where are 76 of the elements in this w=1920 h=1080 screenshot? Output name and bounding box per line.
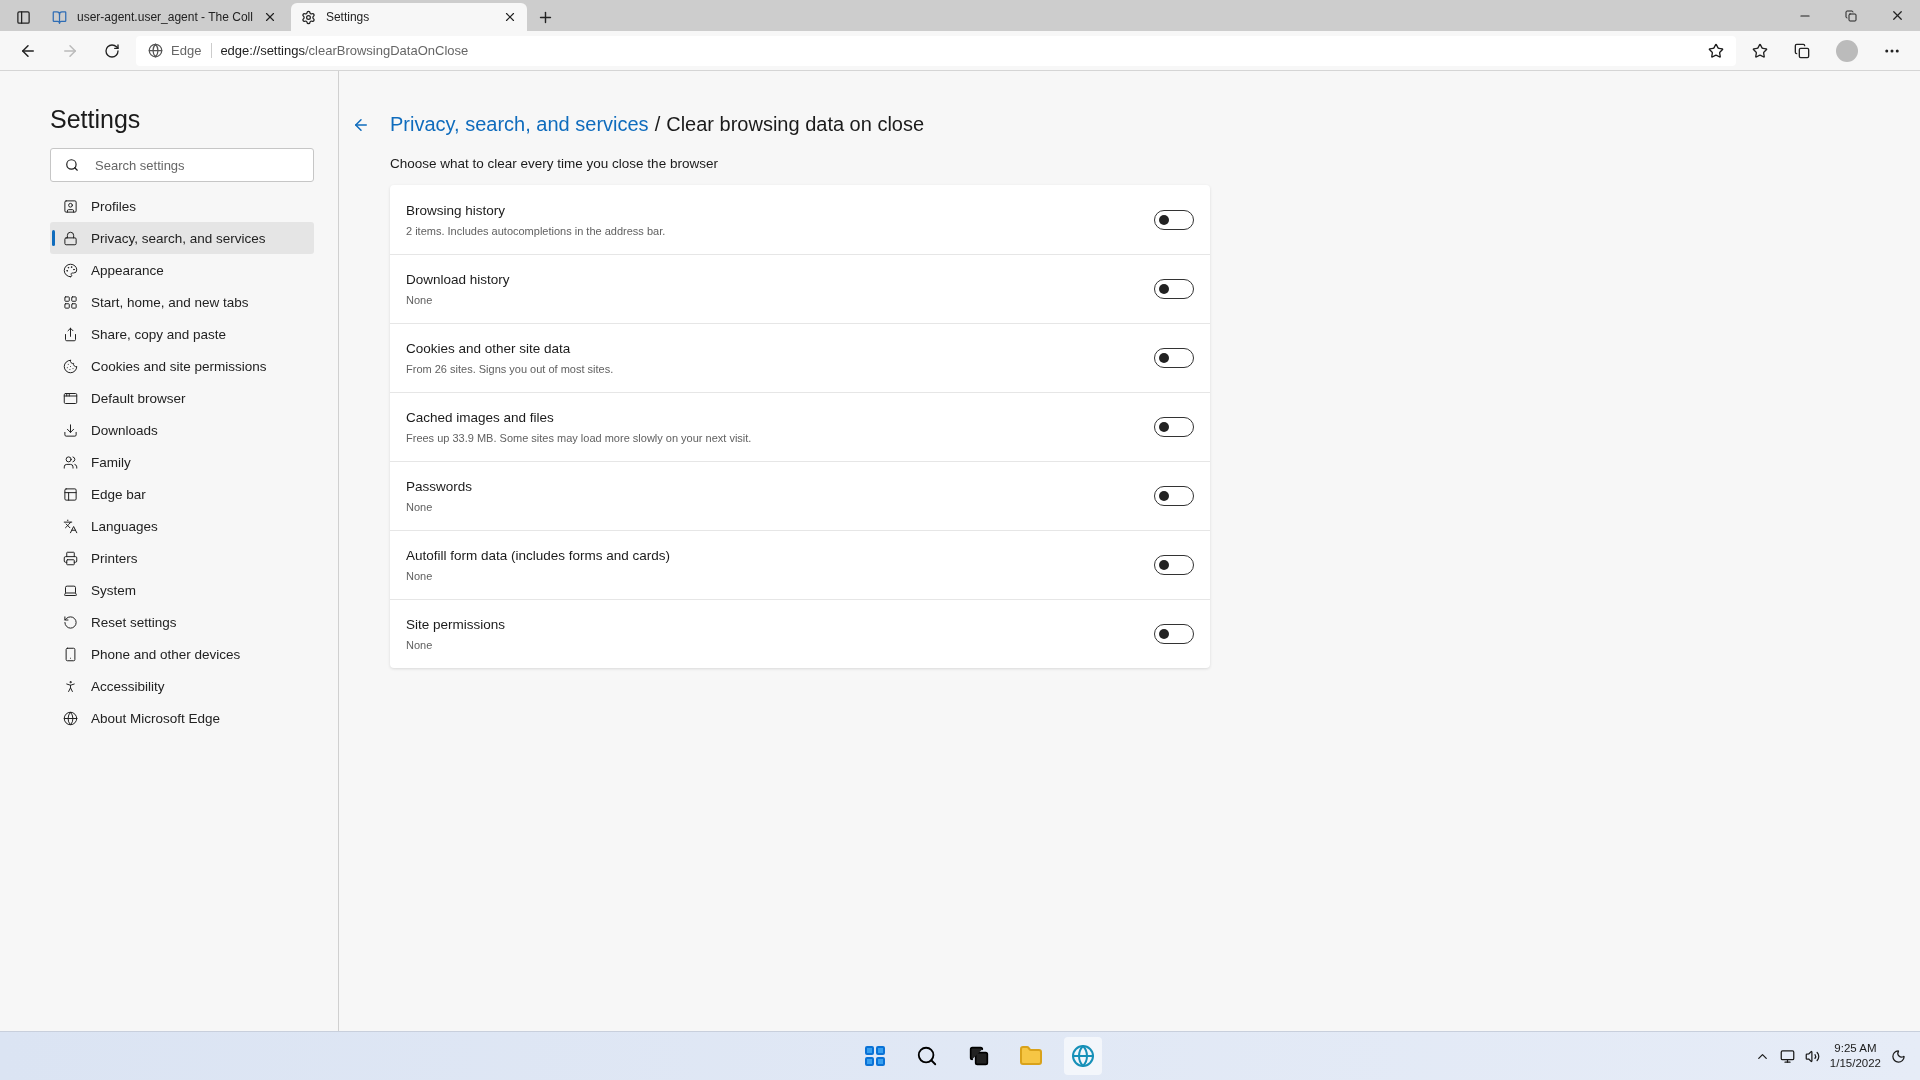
person-icon (63, 678, 78, 694)
laptop-icon (63, 582, 78, 598)
search-icon (65, 158, 79, 172)
sidebar-item[interactable]: Profiles (50, 190, 314, 222)
page-title: Clear browsing data on close (666, 113, 925, 136)
toggle-switch[interactable] (1154, 348, 1194, 368)
reset-icon (63, 614, 78, 630)
option-detail: From 26 sites. Signs you out of most sites. (406, 363, 615, 375)
option-title: Cookies and other site data (406, 341, 572, 356)
languages-icon (63, 518, 78, 534)
sidebar-item[interactable]: Default browser (50, 382, 314, 414)
toggle-switch[interactable] (1154, 417, 1194, 437)
sidebar-item[interactable]: Reset settings (50, 606, 314, 638)
option-title: Browsing history (406, 202, 507, 218)
sidebar-item[interactable]: Languages (50, 510, 314, 542)
site-label: Edge (171, 43, 213, 58)
search-field[interactable]: Search settings (50, 148, 314, 182)
share-icon (63, 326, 78, 342)
profile-icon (63, 198, 78, 214)
sidebar-item[interactable]: Appearance (50, 254, 314, 286)
option-title: Download history (406, 272, 511, 287)
clock[interactable]: 9:25 AM 1/15/2022 (1829, 1041, 1881, 1071)
panel-icon (63, 486, 78, 502)
settings-icon (300, 9, 316, 25)
toggle-switch[interactable] (1154, 555, 1194, 575)
url-text: edge://settings/clearBrowsingDataOnClose (220, 43, 469, 58)
window-icon (63, 390, 78, 406)
browser-tab[interactable]: user-agent.user_agent - The Coll (42, 3, 287, 31)
volume-icon[interactable] (1804, 1048, 1820, 1064)
sidebar-item[interactable]: Downloads (50, 414, 314, 446)
palette-icon (63, 262, 78, 278)
sidebar-item[interactable]: Cookies and site permissions (50, 350, 314, 382)
star-icon[interactable] (1708, 42, 1724, 59)
grid-icon (63, 294, 78, 310)
globe-icon[interactable] (1064, 1037, 1102, 1075)
breadcrumb-link[interactable]: Privacy, search, and services (390, 113, 649, 136)
option-detail: None (406, 570, 434, 582)
sidebar-item[interactable]: Start, home, and new tabs (50, 286, 314, 318)
sidebar-item[interactable]: About Microsoft Edge (50, 702, 314, 734)
phone-icon (63, 646, 78, 662)
sidebar-item[interactable]: Accessibility (50, 670, 314, 702)
cookie-icon (63, 358, 78, 374)
sidebar-item[interactable]: Phone and other devices (50, 638, 314, 670)
sidebar-item[interactable]: Privacy, search, and services (50, 222, 314, 254)
book-icon (52, 9, 67, 25)
sidebar-item[interactable]: System (50, 574, 314, 606)
option-detail: 2 items. Includes autocompletions in the address bar. (406, 224, 667, 237)
option-detail: Frees up 33.9 MB. Some sites may load more slowly on your next visit. (406, 432, 753, 444)
download-icon (63, 422, 78, 438)
option-detail: None (406, 639, 434, 651)
network-icon[interactable] (1779, 1048, 1795, 1064)
sidebar-item[interactable]: Family (50, 446, 314, 478)
globe-icon (148, 43, 163, 58)
page-description: Choose what to clear every time you close the browser (390, 156, 719, 171)
toggle-switch[interactable] (1154, 486, 1194, 506)
option-title: Passwords (406, 479, 474, 494)
moon-icon[interactable] (1891, 1048, 1906, 1064)
printer-icon (63, 550, 78, 566)
address-bar[interactable]: Edge edge://settings/clearBrowsingDataOnClose (136, 35, 1736, 66)
option-detail: None (406, 501, 434, 513)
people-icon (63, 454, 78, 470)
browser-tab[interactable]: Settings (290, 3, 527, 31)
option-title: Cached images and files (406, 410, 555, 425)
option-title: Site permissions (406, 617, 507, 632)
option-title: Autofill form data (includes forms and cards) (406, 548, 672, 563)
toggle-switch[interactable] (1154, 209, 1194, 230)
option-detail: None (406, 294, 434, 306)
toggle-switch[interactable] (1154, 279, 1194, 299)
sidebar-title: Settings (50, 105, 142, 134)
toggle-switch[interactable] (1154, 624, 1194, 644)
breadcrumb-separator: / (654, 113, 661, 136)
sidebar-item[interactable]: Printers (50, 542, 314, 574)
sidebar-item[interactable]: Share, copy and paste (50, 318, 314, 350)
lock-icon (63, 230, 78, 246)
sidebar-item[interactable]: Edge bar (50, 478, 314, 510)
globe-icon (63, 710, 78, 726)
